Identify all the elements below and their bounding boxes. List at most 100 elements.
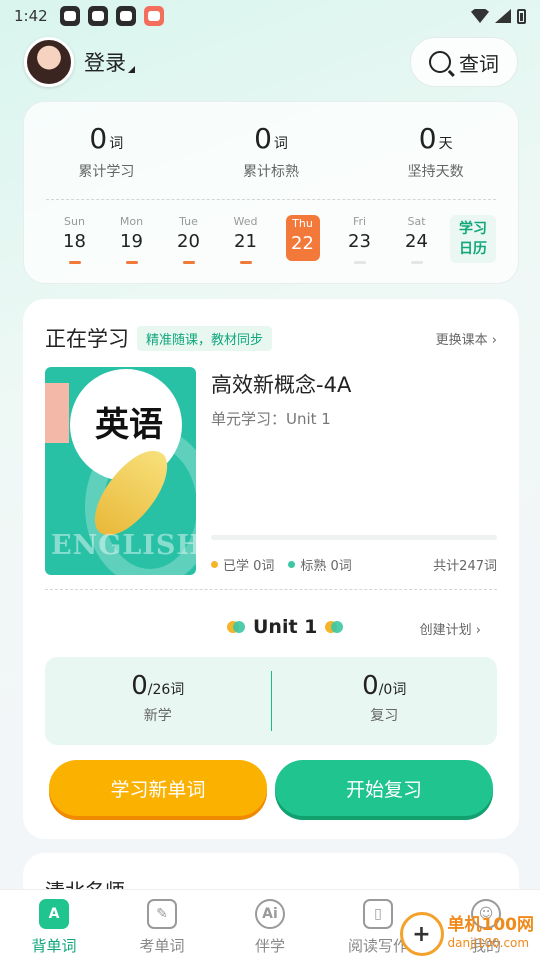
learned-dot-icon <box>211 561 218 568</box>
create-plan-link[interactable]: 创建计划 › <box>420 619 481 638</box>
stat-unit: 天 <box>438 136 453 152</box>
day-fri[interactable]: Fri 23 <box>331 215 388 264</box>
day-of-week: Fri <box>352 215 367 228</box>
day-tue[interactable]: Tue 20 <box>160 215 217 264</box>
stat-unit: 词 <box>273 136 288 152</box>
section-title: 正在学习 <box>45 327 129 351</box>
book-title: 高效新概念-4A <box>211 373 352 397</box>
current-unit: 单元学习：Unit 1 <box>211 410 331 428</box>
site-watermark: + 单机100网 danji100.com <box>399 912 534 956</box>
lookup-word-button[interactable]: 查词 <box>410 37 518 87</box>
corner-triangle-icon <box>128 66 135 73</box>
wifi-icon <box>471 9 489 23</box>
current-course-card: 正在学习 精准随课，教材同步 更换课本 › 英语 ENGLISH 高效新概念-4… <box>23 299 519 839</box>
day-date: 18 <box>63 231 86 252</box>
notification-app-icon <box>115 6 136 26</box>
start-review-button[interactable]: 开始复习 <box>275 760 493 816</box>
stat-label: 累计学习 <box>78 164 135 180</box>
course-tag: 精准随课，教材同步 <box>137 325 273 351</box>
day-thu-today[interactable]: Thu 22 <box>274 215 331 261</box>
stat-label: 累计标熟 <box>243 164 299 180</box>
nav-label: 考单词 <box>139 937 185 955</box>
new-words-label: 新学 <box>143 708 172 724</box>
book-icon: ▯ <box>363 899 393 929</box>
unit-summary: 0/26词 新学 0/0词 复习 <box>45 657 497 745</box>
divider <box>45 589 497 590</box>
study-marker <box>353 261 366 264</box>
status-time: 1:42 <box>14 7 48 25</box>
stat-value: 0 <box>418 122 437 155</box>
day-date: 24 <box>405 231 428 252</box>
status-bar: 1:42 <box>0 0 540 32</box>
new-words-value: 0 <box>131 671 148 701</box>
nav-memorize-words[interactable]: A 背单词 <box>0 890 108 960</box>
unit-name: Unit 1 <box>219 616 351 638</box>
study-calendar-button[interactable]: 学习 日历 <box>450 215 496 263</box>
review-words-total: /0词 <box>378 682 407 698</box>
signal-icon <box>495 9 511 23</box>
book-cover[interactable]: 英语 ENGLISH <box>45 367 196 575</box>
study-marker <box>125 261 138 264</box>
study-marker <box>410 261 423 264</box>
unit-header: Unit 1 创建计划 › <box>23 616 497 640</box>
nav-study-buddy[interactable]: Ai 伴学 <box>216 890 324 960</box>
new-words-summary: 0/26词 新学 <box>45 657 271 745</box>
stats-card: 0词 累计学习 0词 累计标熟 0天 坚持天数 Sun 18 Mon 19 Tue 2… <box>23 101 519 284</box>
course-progress-bar <box>211 535 497 540</box>
cover-decoration <box>45 383 69 443</box>
ai-icon: Ai <box>255 899 285 929</box>
search-icon <box>429 51 451 73</box>
learn-new-words-button[interactable]: 学习新单词 <box>49 760 267 816</box>
day-wed[interactable]: Wed 21 <box>217 215 274 264</box>
notification-app-icon <box>59 6 80 26</box>
change-textbook-link[interactable]: 更换课本 › <box>436 329 497 348</box>
watermark-line2: danji100.com <box>447 936 530 950</box>
login-button[interactable]: 登录 <box>84 47 135 77</box>
review-words-value: 0 <box>362 671 379 701</box>
battery-icon <box>517 8 526 24</box>
day-of-week: Sun <box>64 215 85 228</box>
avatar[interactable] <box>24 37 74 87</box>
day-mon[interactable]: Mon 19 <box>103 215 160 264</box>
day-of-week: Tue <box>179 215 198 228</box>
notification-heart-icon <box>143 6 164 26</box>
letter-a-icon: A <box>39 899 69 929</box>
decor-dots-icon <box>325 621 344 633</box>
learned-count: 已学 0词 <box>223 559 275 574</box>
stat-unit: 词 <box>109 136 124 152</box>
week-strip: Sun 18 Mon 19 Tue 20 Wed 21 Thu 22 Fri 23 Sat 2… <box>46 215 496 264</box>
day-sun[interactable]: Sun 18 <box>46 215 103 264</box>
day-date: 22 <box>291 233 314 254</box>
unit-name-label: Unit 1 <box>253 616 318 638</box>
nav-label: 背单词 <box>31 937 77 955</box>
review-words-summary: 0/0词 复习 <box>272 657 498 745</box>
calendar-label-line1: 学习 <box>459 221 487 237</box>
nav-label: 伴学 <box>254 937 285 955</box>
stat-total-learned: 0词 累计学习 <box>24 122 189 198</box>
day-of-week: Wed <box>233 215 258 228</box>
cover-subtitle: ENGLISH <box>51 530 196 561</box>
stat-total-mastered: 0词 累计标熟 <box>189 122 354 198</box>
mastered-count: 标熟 0词 <box>300 559 352 574</box>
stat-label: 坚持天数 <box>407 164 464 180</box>
day-date: 20 <box>177 231 200 252</box>
notification-app-icon <box>87 6 108 26</box>
day-of-week: Sat <box>407 215 426 228</box>
nav-exam-words[interactable]: ✎ 考单词 <box>108 890 216 960</box>
day-date: 19 <box>120 231 143 252</box>
review-words-label: 复习 <box>370 708 399 724</box>
header: 登录 查词 <box>24 36 518 88</box>
total-count: 共计247词 <box>433 559 497 574</box>
course-counts: 已学 0词 标熟 0词 共计247词 <box>211 555 497 574</box>
watermark-logo: + <box>399 912 444 956</box>
day-sat[interactable]: Sat 24 <box>388 215 445 264</box>
mastered-dot-icon <box>288 561 296 568</box>
study-marker <box>182 261 195 264</box>
day-of-week: Mon <box>119 215 144 228</box>
study-marker <box>239 261 252 264</box>
day-date: 23 <box>348 231 371 252</box>
day-of-week: Thu <box>292 217 313 230</box>
decor-dots-icon <box>227 621 245 633</box>
divider <box>46 199 496 200</box>
day-date: 21 <box>234 231 257 252</box>
